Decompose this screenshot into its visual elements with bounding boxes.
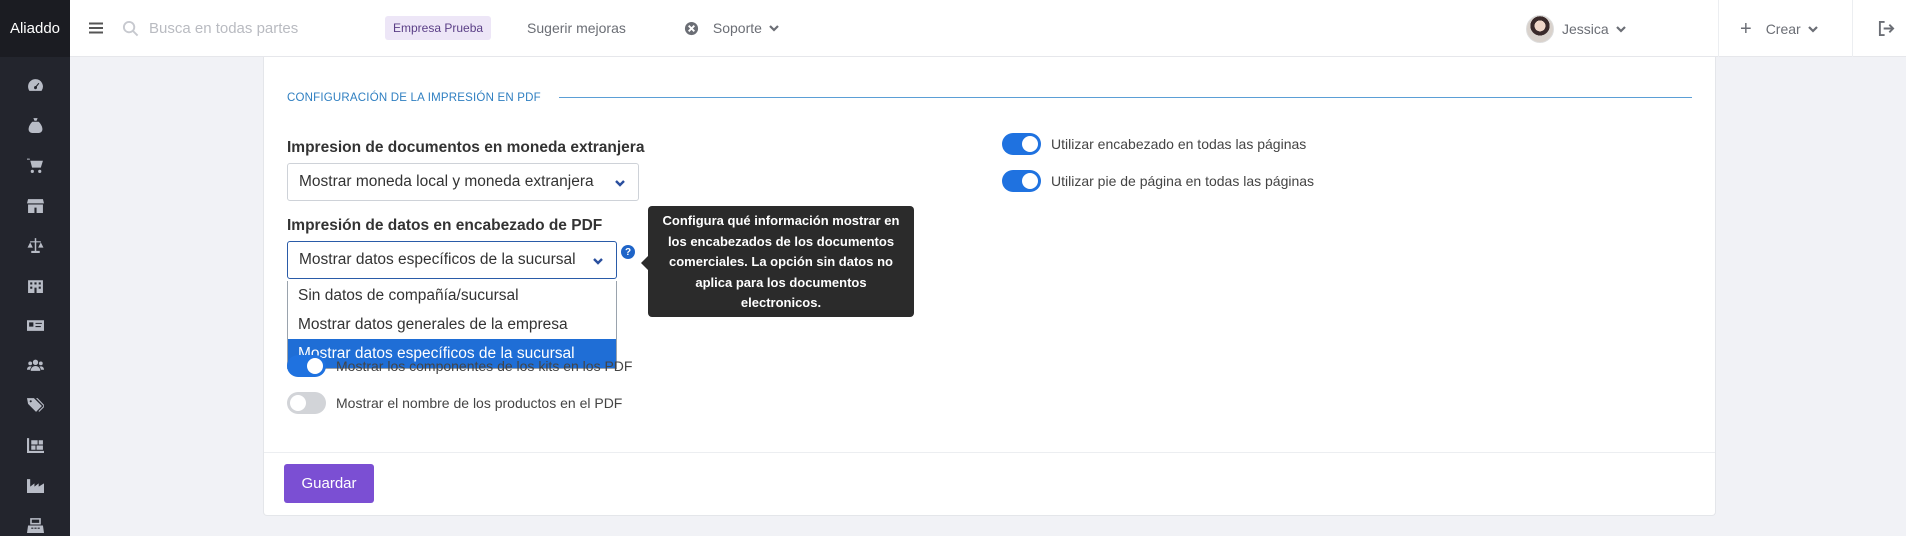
chevron-down-icon xyxy=(1807,25,1818,33)
user-menu[interactable]: Jessica xyxy=(1526,0,1627,57)
toggle-label: Utilizar encabezado en todas las páginas xyxy=(1051,136,1307,152)
foreign-currency-label: Impresion de documentos en moneda extran… xyxy=(287,139,645,156)
toggle-row-footer-all-pages: Utilizar pie de página en todas las pági… xyxy=(1002,170,1314,192)
help-tooltip: Configura qué información mostrar en los… xyxy=(641,206,914,317)
avatar xyxy=(1526,14,1554,43)
user-name: Jessica xyxy=(1562,20,1609,37)
logout-button[interactable] xyxy=(1866,0,1906,57)
header-all-pages-toggle[interactable] xyxy=(1002,133,1041,155)
foreign-currency-select[interactable]: Mostrar moneda local y moneda extranjera xyxy=(287,163,639,201)
topbar-divider xyxy=(1852,0,1853,57)
create-label: Crear xyxy=(1765,20,1801,37)
chevron-down-icon xyxy=(769,25,779,32)
dropdown-option[interactable]: Sin datos de compañía/sucursal xyxy=(288,281,616,310)
chevron-down-icon xyxy=(593,258,603,265)
dashboard-icon[interactable] xyxy=(0,65,70,105)
create-menu[interactable]: + Crear xyxy=(1740,0,1819,57)
foreign-currency-value: Mostrar moneda local y moneda extranjera xyxy=(299,173,594,190)
save-button[interactable]: Guardar xyxy=(284,464,374,503)
search-icon xyxy=(122,20,139,36)
building-icon[interactable] xyxy=(0,265,70,305)
chevron-down-icon xyxy=(1615,25,1626,33)
money-bag-icon[interactable] xyxy=(0,105,70,145)
toggle-label: Mostrar los componentes de los kits en l… xyxy=(336,358,633,374)
sidebar: Aliaddo xyxy=(0,0,70,536)
lifebuoy-icon xyxy=(684,21,698,35)
warehouse-icon[interactable] xyxy=(0,425,70,465)
pdf-settings-card: CONFIGURACIÓN DE LA IMPRESIÓN EN PDF Imp… xyxy=(263,57,1716,516)
brand-logo[interactable]: Aliaddo xyxy=(0,0,70,57)
store-icon[interactable] xyxy=(0,185,70,225)
toggle-row-product-name: Mostrar el nombre de los productos en el… xyxy=(287,392,622,414)
balance-scale-icon[interactable] xyxy=(0,225,70,265)
cash-register-icon[interactable] xyxy=(0,505,70,536)
toggle-row-kits: Mostrar los componentes de los kits en l… xyxy=(287,355,632,377)
card-footer-divider xyxy=(264,452,1715,453)
plus-icon: + xyxy=(1740,17,1752,40)
hamburger-menu-button[interactable] xyxy=(70,0,122,57)
id-card-icon[interactable] xyxy=(0,305,70,345)
header-data-label: Impresión de datos en encabezado de PDF xyxy=(287,217,603,234)
product-name-toggle[interactable] xyxy=(287,392,326,414)
kits-components-toggle[interactable] xyxy=(287,355,326,377)
support-menu[interactable]: Soporte xyxy=(684,20,780,36)
sign-out-icon xyxy=(1878,20,1894,37)
cart-icon[interactable] xyxy=(0,145,70,185)
help-icon[interactable]: ? xyxy=(621,245,635,259)
tags-icon[interactable] xyxy=(0,385,70,425)
section-divider xyxy=(559,97,1692,98)
search-input[interactable] xyxy=(149,19,369,37)
users-icon[interactable] xyxy=(0,345,70,385)
global-search xyxy=(122,19,372,37)
toggle-label: Mostrar el nombre de los productos en el… xyxy=(336,395,623,411)
suggest-link[interactable]: Sugerir mejoras xyxy=(527,20,626,36)
industry-icon[interactable] xyxy=(0,465,70,505)
toggle-row-header-all-pages: Utilizar encabezado en todas las páginas xyxy=(1002,133,1306,155)
support-label: Soporte xyxy=(712,20,762,36)
chevron-down-icon xyxy=(615,180,625,187)
section-title: CONFIGURACIÓN DE LA IMPRESIÓN EN PDF xyxy=(287,92,541,104)
company-badge[interactable]: Empresa Prueba xyxy=(385,16,492,40)
header-data-select[interactable]: Mostrar datos específicos de la sucursal xyxy=(287,241,617,279)
hamburger-icon xyxy=(89,22,103,34)
topbar-divider xyxy=(1718,0,1719,57)
topbar: Empresa Prueba Sugerir mejoras Soporte xyxy=(70,0,1906,57)
header-data-value: Mostrar datos específicos de la sucursal xyxy=(299,251,576,268)
dropdown-option[interactable]: Mostrar datos generales de la empresa xyxy=(288,310,616,339)
footer-all-pages-toggle[interactable] xyxy=(1002,170,1041,192)
toggle-label: Utilizar pie de página en todas las pági… xyxy=(1051,173,1315,189)
